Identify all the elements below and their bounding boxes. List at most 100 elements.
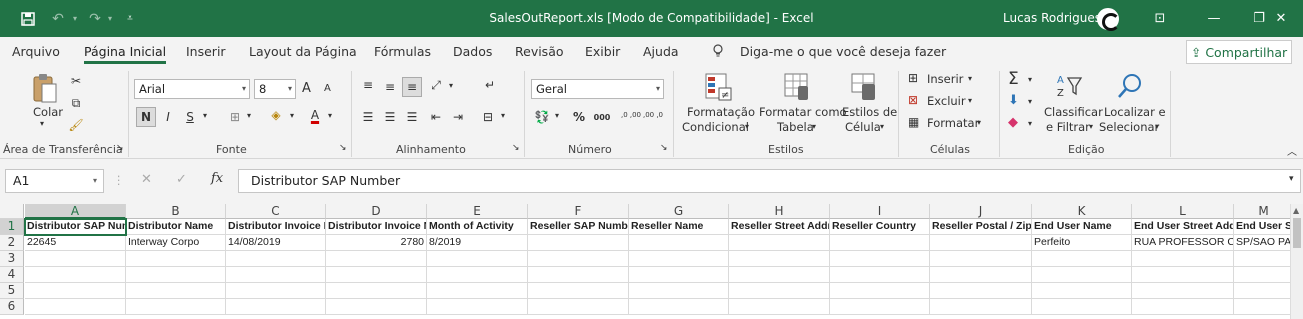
row-header[interactable]: 5 <box>0 283 24 299</box>
chevron-down-icon[interactable]: ▾ <box>555 111 559 120</box>
table-cell[interactable] <box>25 299 126 315</box>
chevron-down-icon[interactable]: ▾ <box>977 118 981 127</box>
header-cell[interactable]: End User Street Address <box>1132 219 1234 235</box>
table-cell[interactable] <box>126 267 226 283</box>
table-cell[interactable]: 22645 <box>25 235 126 251</box>
table-cell[interactable] <box>25 283 126 299</box>
align-center-icon[interactable]: ☰ <box>380 107 400 127</box>
scroll-up-icon[interactable]: ▲ <box>1293 206 1299 215</box>
table-cell[interactable] <box>126 283 226 299</box>
decrease-indent-icon[interactable]: ⇤ <box>426 107 446 127</box>
table-cell[interactable] <box>629 299 729 315</box>
conditional-formatting-icon[interactable]: ≠ <box>703 71 733 103</box>
column-header[interactable]: B <box>126 204 226 219</box>
format-as-table-label-1[interactable]: Formatar como <box>759 105 847 119</box>
table-cell[interactable] <box>126 299 226 315</box>
cancel-icon[interactable]: ✕ <box>141 172 152 187</box>
chevron-down-icon[interactable]: ▾ <box>290 111 294 120</box>
paste-icon[interactable] <box>31 71 59 105</box>
align-top-icon[interactable]: ≡ <box>358 75 378 95</box>
align-bottom-icon[interactable]: ≡ <box>402 77 422 97</box>
table-cell[interactable]: 2780 <box>326 235 427 251</box>
alignment-launcher-icon[interactable]: ↘ <box>512 143 520 153</box>
table-cell[interactable] <box>528 299 629 315</box>
table-cell[interactable] <box>25 267 126 283</box>
paste-dropdown-icon[interactable]: ▾ <box>40 119 44 128</box>
table-cell[interactable] <box>226 299 326 315</box>
table-cell[interactable] <box>930 251 1032 267</box>
header-cell[interactable]: Distributor Invoice Number <box>326 219 427 235</box>
table-cell[interactable] <box>930 299 1032 315</box>
tab-arquivo[interactable]: Arquivo <box>12 44 60 59</box>
table-cell[interactable] <box>326 267 427 283</box>
header-cell[interactable]: Month of Activity <box>427 219 528 235</box>
column-header[interactable]: L <box>1132 204 1234 219</box>
table-cell[interactable] <box>226 283 326 299</box>
table-cell[interactable] <box>528 251 629 267</box>
table-cell[interactable] <box>25 251 126 267</box>
column-header[interactable]: I <box>830 204 930 219</box>
column-header[interactable]: H <box>729 204 830 219</box>
fill-color-icon[interactable]: ◈ <box>266 105 286 125</box>
chevron-down-icon[interactable]: ▾ <box>745 122 749 131</box>
chevron-down-icon[interactable]: ▾ <box>968 74 972 83</box>
table-cell[interactable] <box>1132 267 1234 283</box>
header-cell[interactable]: Reseller Name <box>629 219 729 235</box>
table-cell[interactable] <box>1132 283 1234 299</box>
table-cell[interactable] <box>830 299 930 315</box>
decrease-font-icon[interactable]: A <box>324 83 331 94</box>
table-cell[interactable]: SP/SAO PA <box>1234 235 1290 251</box>
conditional-formatting-label-2[interactable]: Condicional <box>682 120 749 134</box>
chevron-down-icon[interactable]: ▾ <box>968 96 972 105</box>
formula-input[interactable]: Distributor SAP Number <box>238 169 1301 193</box>
autosum-icon[interactable]: Σ <box>1008 69 1019 89</box>
delete-cells-icon[interactable]: ⊠ <box>908 93 918 107</box>
minimize-button[interactable]: — <box>1191 0 1237 37</box>
table-cell[interactable] <box>1132 299 1234 315</box>
tab-dados[interactable]: Dados <box>453 44 492 59</box>
column-header[interactable]: C <box>226 204 326 219</box>
table-cell[interactable]: Perfeito <box>1032 235 1132 251</box>
font-size-combo[interactable]: 8 ▾ <box>254 79 296 99</box>
sort-filter-label-2[interactable]: e Filtrar <box>1046 120 1090 134</box>
tab-inserir[interactable]: Inserir <box>186 44 226 59</box>
increase-font-icon[interactable]: A <box>302 81 311 96</box>
table-cell[interactable] <box>226 251 326 267</box>
header-cell[interactable]: End User Name <box>1032 219 1132 235</box>
table-cell[interactable] <box>930 267 1032 283</box>
share-button[interactable]: ⇪ Compartilhar <box>1186 40 1292 64</box>
table-cell[interactable] <box>1234 299 1290 315</box>
column-header[interactable]: M <box>1234 204 1290 219</box>
sort-filter-label-1[interactable]: Classificar <box>1044 105 1103 119</box>
column-header[interactable]: J <box>930 204 1032 219</box>
table-cell[interactable] <box>126 251 226 267</box>
comma-style-button[interactable]: 000 <box>592 107 612 127</box>
delete-cells-label[interactable]: Excluir <box>927 94 966 108</box>
row-header[interactable]: 4 <box>0 267 24 283</box>
avatar[interactable] <box>1097 8 1120 31</box>
chevron-down-icon[interactable]: ▾ <box>1089 122 1093 131</box>
table-cell[interactable] <box>528 283 629 299</box>
table-cell[interactable] <box>830 251 930 267</box>
table-cell[interactable] <box>729 299 830 315</box>
header-cell[interactable]: End User S <box>1234 219 1290 235</box>
name-box[interactable]: A1 ▾ <box>5 169 104 193</box>
number-launcher-icon[interactable]: ↘ <box>660 143 668 153</box>
header-cell[interactable]: Reseller Postal / Zip <box>930 219 1032 235</box>
table-cell[interactable] <box>729 235 830 251</box>
header-cell[interactable]: Distributor Name <box>126 219 226 235</box>
select-all-corner[interactable] <box>0 204 24 219</box>
row-header[interactable]: 3 <box>0 251 24 267</box>
table-cell[interactable] <box>830 267 930 283</box>
table-cell[interactable] <box>629 267 729 283</box>
align-left-icon[interactable]: ☰ <box>358 107 378 127</box>
format-cells-label[interactable]: Formatar <box>927 116 979 130</box>
table-cell[interactable]: 8/2019 <box>427 235 528 251</box>
header-cell[interactable]: Reseller Country <box>830 219 930 235</box>
format-cells-icon[interactable]: ▦ <box>908 115 919 129</box>
conditional-formatting-label-1[interactable]: Formatação <box>687 105 755 119</box>
chevron-down-icon[interactable]: ▾ <box>247 111 251 120</box>
align-right-icon[interactable]: ☰ <box>402 107 422 127</box>
table-cell[interactable] <box>729 283 830 299</box>
ribbon-display-options-icon[interactable]: ⊡ <box>1137 0 1183 37</box>
